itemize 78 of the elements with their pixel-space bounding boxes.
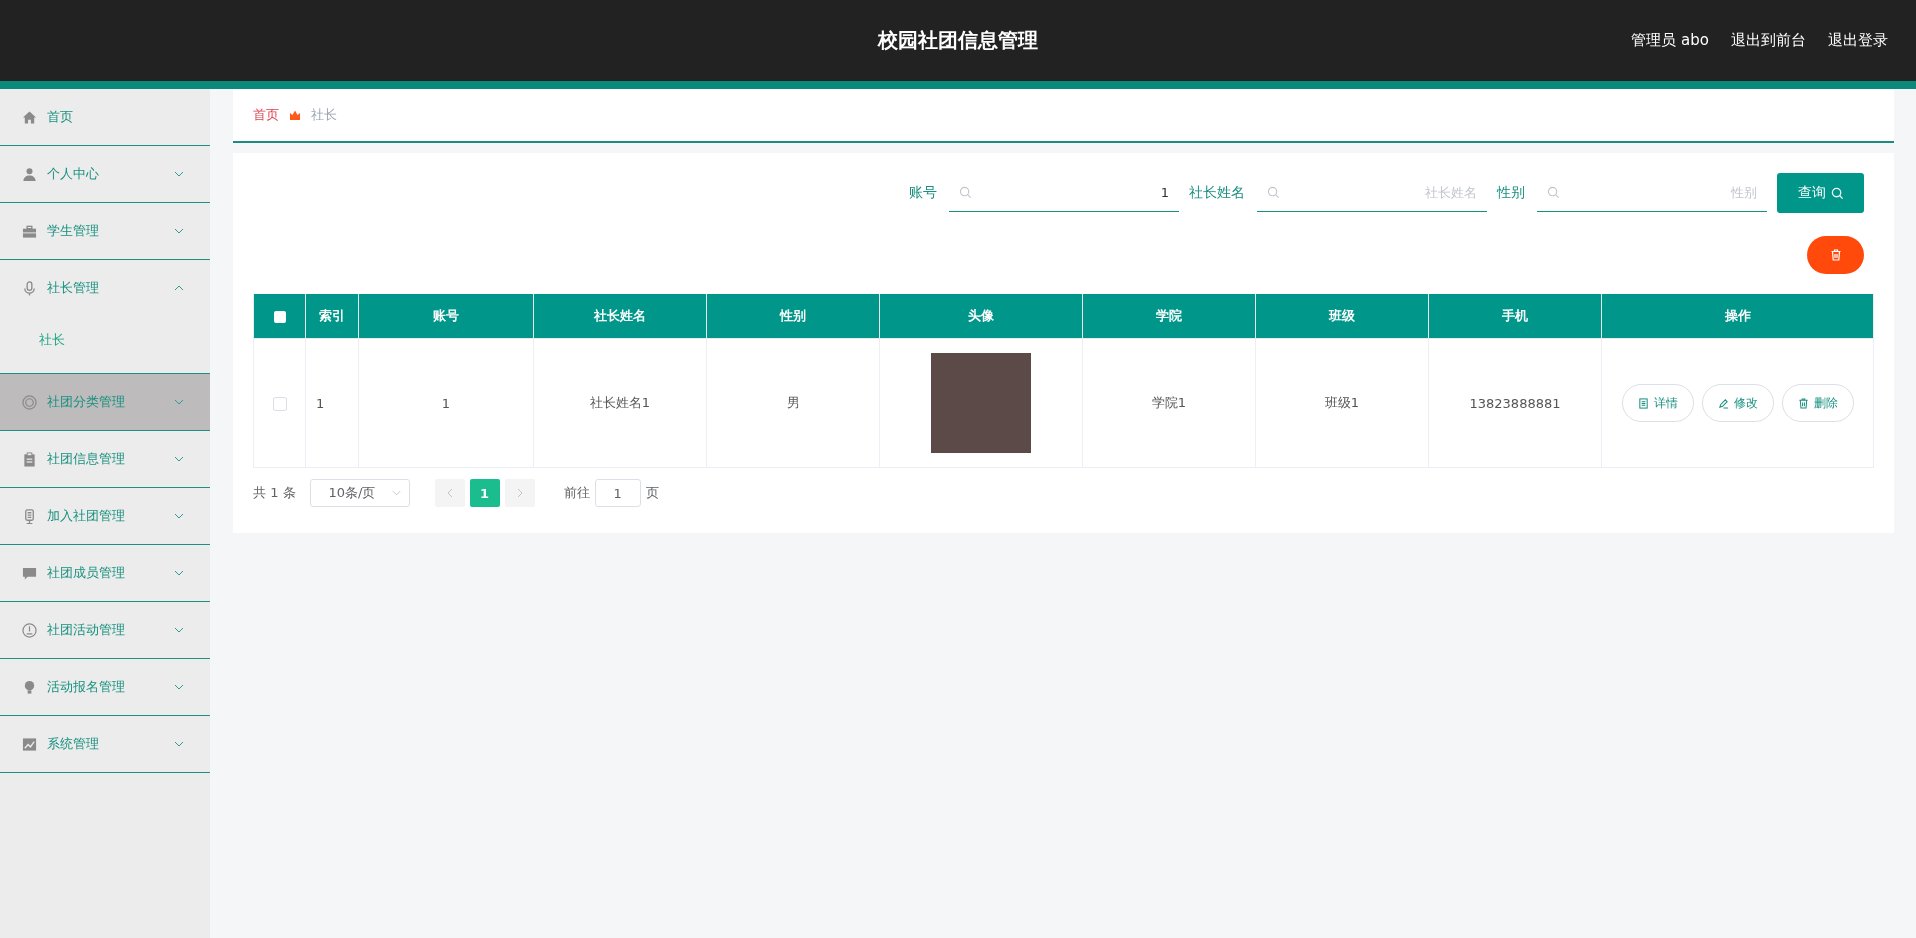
header-link[interactable]: 退出登录 (1828, 31, 1888, 50)
document-icon (1637, 397, 1649, 409)
clipboard-icon (22, 451, 37, 467)
chevron-left-icon (446, 488, 453, 498)
previous-page-button[interactable] (434, 479, 465, 507)
app-title: 校园社团信息管理 (878, 27, 1038, 54)
goto-label: 前往 (563, 484, 590, 502)
device-icon (22, 508, 37, 524)
page-input[interactable]: 1 (594, 479, 641, 507)
user-label: 管理员 abo (1631, 31, 1709, 50)
bulb-icon (22, 679, 37, 695)
sidebar-subitem[interactable]: 社长 (0, 316, 210, 363)
table-cell: 学院1 (1082, 338, 1256, 468)
search-field[interactable]: 社长姓名 (1257, 174, 1487, 212)
search-field[interactable]: 性别 (1537, 174, 1767, 212)
select-all-checkbox[interactable] (273, 311, 286, 323)
table-cell: 男 (706, 338, 880, 468)
chart-icon (22, 736, 37, 752)
column-header: 手机 (1428, 294, 1602, 339)
microphone-icon (22, 280, 37, 296)
action-button[interactable]: 详情 (1621, 384, 1694, 422)
search-field[interactable]: 1 (949, 174, 1179, 212)
pencil-icon (1717, 397, 1729, 409)
sidebar-item[interactable]: 系统管理 (0, 716, 210, 772)
search-icon (959, 186, 972, 199)
page-button[interactable]: 1 (469, 479, 500, 507)
column-header: 索引 (305, 294, 359, 339)
column-header: 账号 (358, 294, 534, 339)
field-label: 账号 (909, 184, 937, 202)
breadcrumb-item: 社长 (311, 106, 337, 124)
page-suffix: 页 (645, 484, 659, 502)
column-header: 性别 (706, 294, 880, 339)
gauge-icon (22, 622, 37, 638)
trash-icon (1797, 397, 1809, 409)
sidebar-item[interactable]: 社团分类管理 (0, 374, 210, 430)
table-cell: 社长姓名1 (533, 338, 707, 468)
home-icon (22, 109, 37, 125)
column-header: 学院 (1082, 294, 1256, 339)
chevron-right-icon (516, 488, 523, 498)
action-button[interactable]: 修改 (1701, 384, 1774, 422)
search-icon (1830, 186, 1844, 200)
sidebar-item[interactable]: 社团活动管理 (0, 602, 210, 658)
column-header: 班级 (1255, 294, 1429, 339)
field-label: 性别 (1497, 184, 1525, 202)
query-button[interactable]: 查询 (1777, 173, 1864, 213)
trash-icon (1829, 249, 1842, 261)
table-cell: 13823888881 (1428, 338, 1602, 468)
table-cell: 1 (305, 338, 359, 468)
chevron-down-icon (391, 490, 401, 496)
ring-icon (22, 394, 37, 410)
row-checkbox[interactable] (272, 396, 287, 411)
chat-icon (22, 565, 37, 581)
action-button[interactable]: 删除 (1781, 384, 1854, 422)
page-size-select[interactable]: 10条/页 (309, 479, 410, 507)
breadcrumb-item[interactable]: 首页 (253, 106, 279, 124)
column-header: 头像 (879, 294, 1083, 339)
next-page-button[interactable] (504, 479, 535, 507)
sidebar-item[interactable]: 首页 (0, 89, 210, 145)
sidebar-item[interactable]: 个人中心 (0, 146, 210, 202)
table-cell: 1 (358, 338, 534, 468)
sidebar-item[interactable]: 加入社团管理 (0, 488, 210, 544)
sidebar-item[interactable]: 社团成员管理 (0, 545, 210, 601)
column-header: 社长姓名 (533, 294, 707, 339)
sidebar-item[interactable]: 活动报名管理 (0, 659, 210, 715)
column-header: 操作 (1601, 294, 1874, 339)
table-cell: 班级1 (1255, 338, 1429, 468)
user-icon (22, 166, 37, 182)
briefcase-icon (22, 223, 37, 239)
delete-button[interactable] (1807, 236, 1864, 274)
search-icon (1547, 186, 1560, 199)
field-label: 社长姓名 (1189, 184, 1245, 202)
total-count: 共 1 条 (253, 484, 296, 502)
sidebar-item[interactable]: 社长管理 (0, 260, 210, 316)
sidebar-item[interactable]: 社团信息管理 (0, 431, 210, 487)
header-link[interactable]: 退出到前台 (1731, 31, 1806, 50)
search-icon (1267, 186, 1280, 199)
crown-icon (289, 109, 301, 121)
sidebar-item[interactable]: 学生管理 (0, 203, 210, 259)
